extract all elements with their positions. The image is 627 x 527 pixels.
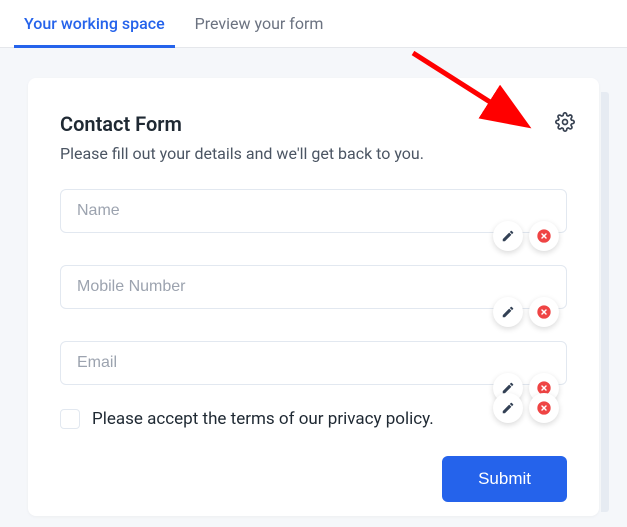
delete-button[interactable] [529, 393, 559, 423]
close-circle-icon [536, 304, 552, 320]
edit-button[interactable] [493, 221, 523, 251]
field-checkbox: Please accept the terms of our privacy p… [60, 409, 567, 429]
pencil-icon [501, 401, 515, 415]
edit-button[interactable] [493, 393, 523, 423]
email-input[interactable] [60, 341, 567, 385]
card-shadow [601, 92, 609, 512]
form-description: Please fill out your details and we'll g… [60, 144, 567, 163]
pencil-icon [501, 229, 515, 243]
close-circle-icon [536, 400, 552, 416]
close-circle-icon [536, 228, 552, 244]
field-actions [493, 221, 559, 251]
tab-working-space[interactable]: Your working space [24, 14, 165, 47]
field-actions [493, 297, 559, 327]
field-email [60, 341, 567, 385]
mobile-input[interactable] [60, 265, 567, 309]
workspace: Contact Form Please fill out your detail… [0, 48, 627, 516]
name-input[interactable] [60, 189, 567, 233]
delete-button[interactable] [529, 297, 559, 327]
submit-button[interactable]: Submit [442, 456, 567, 502]
tab-preview[interactable]: Preview your form [195, 14, 324, 47]
form-title: Contact Form [60, 112, 567, 136]
delete-button[interactable] [529, 221, 559, 251]
tabs-bar: Your working space Preview your form [0, 0, 627, 48]
privacy-label: Please accept the terms of our privacy p… [92, 409, 434, 429]
pencil-icon [501, 305, 515, 319]
privacy-checkbox[interactable] [60, 409, 80, 429]
edit-button[interactable] [493, 297, 523, 327]
gear-icon[interactable] [555, 112, 575, 136]
field-name [60, 189, 567, 233]
form-card: Contact Form Please fill out your detail… [28, 78, 599, 516]
field-mobile [60, 265, 567, 309]
field-actions [493, 393, 559, 423]
